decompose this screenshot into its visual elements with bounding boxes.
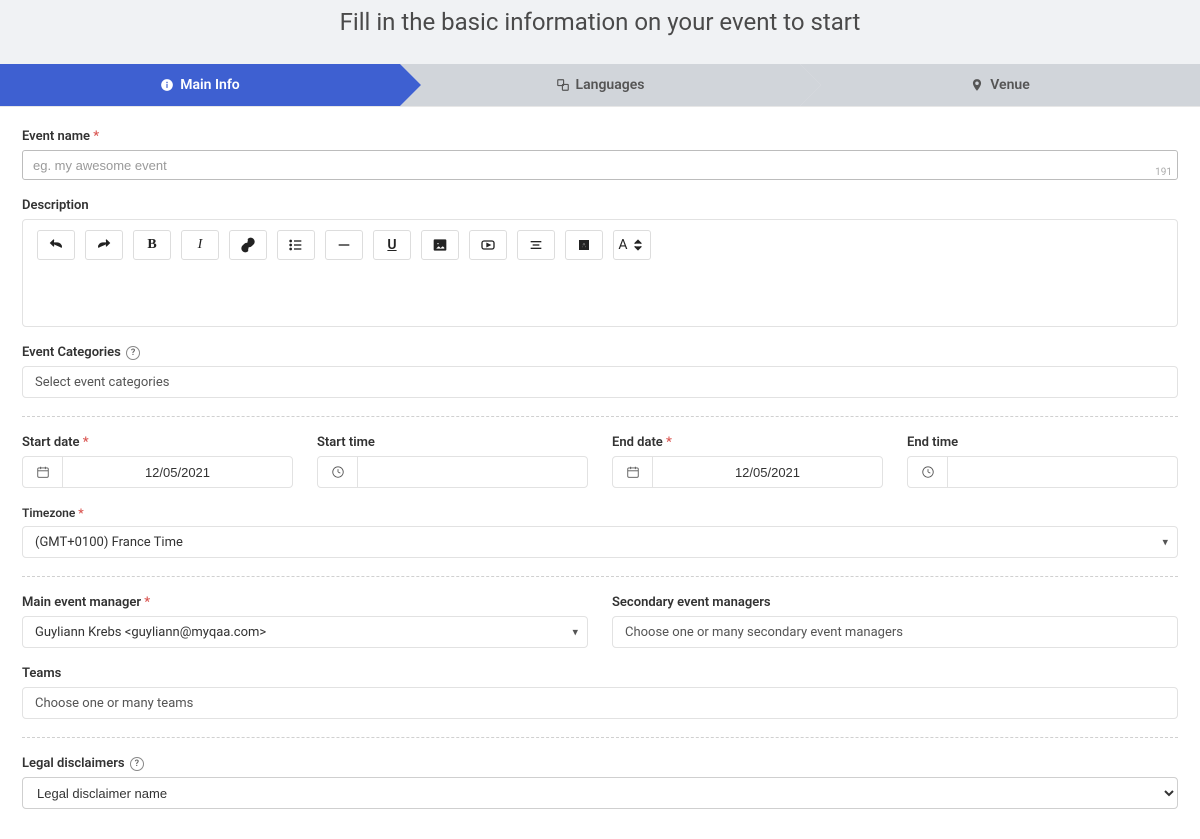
start-date-field[interactable] bbox=[63, 457, 292, 487]
italic-button[interactable]: I bbox=[181, 230, 219, 260]
redo-button[interactable] bbox=[85, 230, 123, 260]
bold-button[interactable]: B bbox=[133, 230, 171, 260]
calendar-icon bbox=[613, 457, 653, 487]
label-legal: Legal disclaimers ? bbox=[22, 756, 1178, 771]
svg-text:A: A bbox=[582, 241, 587, 250]
step-label: Languages bbox=[576, 77, 645, 93]
event-name-counter: 191 bbox=[1155, 167, 1172, 178]
label-start-date: Start date * bbox=[22, 435, 293, 450]
link-button[interactable] bbox=[229, 230, 267, 260]
step-languages[interactable]: Languages bbox=[400, 64, 800, 106]
font-size-button[interactable]: A bbox=[613, 230, 651, 260]
editor-content[interactable] bbox=[23, 266, 1177, 326]
video-button[interactable] bbox=[469, 230, 507, 260]
end-time-input[interactable] bbox=[907, 456, 1178, 488]
label-categories: Event Categories ? bbox=[22, 345, 1178, 360]
clock-icon bbox=[318, 457, 358, 487]
list-button[interactable] bbox=[277, 230, 315, 260]
undo-button[interactable] bbox=[37, 230, 75, 260]
categories-select[interactable]: Select event categories bbox=[22, 366, 1178, 398]
divider bbox=[22, 576, 1178, 577]
label-timezone: Timezone * bbox=[22, 506, 1178, 520]
form-main-info: Event name * 191 Description B I U A bbox=[0, 106, 1200, 839]
rich-editor: B I U A A bbox=[22, 219, 1178, 327]
help-icon[interactable]: ? bbox=[130, 757, 144, 771]
clock-icon bbox=[908, 457, 948, 487]
info-icon bbox=[160, 78, 174, 92]
font-color-button[interactable]: A bbox=[565, 230, 603, 260]
divider bbox=[22, 416, 1178, 417]
page-title: Fill in the basic information on your ev… bbox=[0, 0, 1200, 64]
calendar-icon bbox=[23, 457, 63, 487]
divider bbox=[22, 737, 1178, 738]
start-date-input[interactable] bbox=[22, 456, 293, 488]
image-button[interactable] bbox=[421, 230, 459, 260]
label-event-name: Event name * bbox=[22, 129, 1178, 144]
event-name-input[interactable] bbox=[22, 150, 1178, 180]
hr-button[interactable] bbox=[325, 230, 363, 260]
end-time-field[interactable] bbox=[948, 457, 1177, 487]
underline-button[interactable]: U bbox=[373, 230, 411, 260]
align-button[interactable] bbox=[517, 230, 555, 260]
pin-icon bbox=[970, 78, 984, 92]
timezone-select[interactable]: (GMT+0100) France Time bbox=[22, 526, 1178, 558]
step-label: Venue bbox=[990, 77, 1030, 93]
editor-toolbar: B I U A A bbox=[23, 220, 1177, 266]
languages-icon bbox=[556, 78, 570, 92]
label-main-manager: Main event manager * bbox=[22, 595, 588, 610]
label-secondary-managers: Secondary event managers bbox=[612, 595, 1178, 610]
teams-select[interactable]: Choose one or many teams bbox=[22, 687, 1178, 719]
end-date-field[interactable] bbox=[653, 457, 882, 487]
label-start-time: Start time bbox=[317, 435, 588, 450]
step-venue[interactable]: Venue bbox=[800, 64, 1200, 106]
label-description: Description bbox=[22, 198, 1178, 213]
legal-select[interactable]: Legal disclaimer name bbox=[22, 777, 1178, 809]
step-main-info[interactable]: Main Info bbox=[0, 64, 400, 106]
start-time-input[interactable] bbox=[317, 456, 588, 488]
label-end-date: End date * bbox=[612, 435, 883, 450]
end-date-input[interactable] bbox=[612, 456, 883, 488]
label-teams: Teams bbox=[22, 666, 1178, 681]
start-time-field[interactable] bbox=[358, 457, 587, 487]
help-icon[interactable]: ? bbox=[126, 346, 140, 360]
label-end-time: End time bbox=[907, 435, 1178, 450]
main-manager-select[interactable]: Guyliann Krebs <guyliann@myqaa.com> bbox=[22, 616, 588, 648]
wizard-steps: Main Info Languages Venue bbox=[0, 64, 1200, 106]
step-label: Main Info bbox=[180, 77, 239, 93]
secondary-managers-select[interactable]: Choose one or many secondary event manag… bbox=[612, 616, 1178, 648]
